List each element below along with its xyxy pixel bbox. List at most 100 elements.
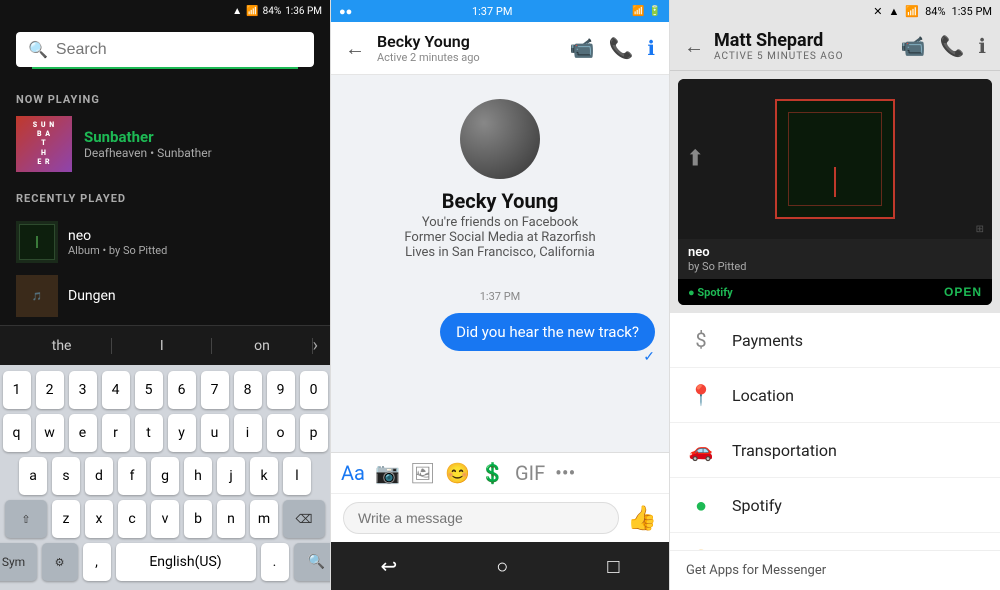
- list-item[interactable]: neo Album • by So Pitted: [16, 215, 314, 269]
- chat-toolbar: Aa 📷 🖼 😊 💲 GIF •••: [331, 452, 669, 493]
- battery-text-attach: 84%: [925, 5, 945, 18]
- key-2[interactable]: 2: [36, 371, 64, 409]
- open-spotify-button[interactable]: OPEN: [944, 285, 982, 299]
- autocomplete-word-2[interactable]: I: [112, 338, 212, 354]
- key-j[interactable]: j: [217, 457, 245, 495]
- thumbs-up-button[interactable]: 👍: [627, 504, 657, 532]
- period-key[interactable]: .: [261, 543, 289, 581]
- key-r[interactable]: r: [102, 414, 130, 452]
- search-input-wrap[interactable]: 🔍: [16, 32, 314, 67]
- key-z[interactable]: z: [52, 500, 80, 538]
- recent-title: neo: [68, 228, 167, 244]
- messenger-time: 1:37 PM: [472, 5, 512, 18]
- aa-button[interactable]: Aa: [341, 461, 365, 485]
- share-icon[interactable]: ⬆: [686, 147, 704, 172]
- info-icon-attach[interactable]: ℹ: [978, 34, 986, 58]
- key-q[interactable]: q: [3, 414, 31, 452]
- autocomplete-word-1[interactable]: the: [12, 338, 112, 354]
- search-input[interactable]: [56, 41, 302, 59]
- more-button[interactable]: •••: [555, 461, 575, 485]
- key-e[interactable]: e: [69, 414, 97, 452]
- emoji-button[interactable]: 😊: [445, 461, 470, 485]
- friends-status: You're friends on Facebook: [422, 215, 578, 230]
- key-i[interactable]: i: [234, 414, 262, 452]
- key-1[interactable]: 1: [3, 371, 31, 409]
- menu-item-location[interactable]: 📍 Location: [670, 368, 1000, 423]
- key-8[interactable]: 8: [234, 371, 262, 409]
- menu-item-bitmoji[interactable]: 😊 Bitmoji: [670, 533, 1000, 550]
- key-y[interactable]: y: [168, 414, 196, 452]
- key-h[interactable]: h: [184, 457, 212, 495]
- sym-key[interactable]: Sym: [0, 543, 37, 581]
- key-6[interactable]: 6: [168, 371, 196, 409]
- key-x[interactable]: x: [85, 500, 113, 538]
- messenger-panel: ●● 1:37 PM 📶 🔋 ← Becky Young Active 2 mi…: [330, 0, 670, 590]
- video-call-icon[interactable]: 📹: [570, 36, 595, 60]
- recents-nav-button[interactable]: □: [607, 554, 619, 579]
- key-p[interactable]: p: [300, 414, 328, 452]
- location-label: Location: [732, 386, 794, 405]
- info-icon[interactable]: ℹ: [647, 36, 655, 60]
- list-item[interactable]: 🎵 Dungen: [16, 269, 314, 323]
- home-nav-button[interactable]: ○: [496, 554, 508, 579]
- phone-icon-attach[interactable]: 📞: [939, 34, 964, 58]
- key-s[interactable]: s: [52, 457, 80, 495]
- neo-album-thumb: [16, 221, 58, 263]
- key-u[interactable]: u: [201, 414, 229, 452]
- key-f[interactable]: f: [118, 457, 146, 495]
- message-input[interactable]: [343, 502, 619, 534]
- key-d[interactable]: d: [85, 457, 113, 495]
- key-g[interactable]: g: [151, 457, 179, 495]
- menu-item-spotify[interactable]: ● Spotify: [670, 478, 1000, 533]
- autocomplete-word-3[interactable]: on: [212, 338, 312, 354]
- settings-icon-key[interactable]: ⚙: [42, 543, 78, 581]
- key-k[interactable]: k: [250, 457, 278, 495]
- back-button[interactable]: ←: [345, 36, 365, 61]
- expand-icon: ⊞: [976, 224, 984, 235]
- transportation-label: Transportation: [732, 441, 837, 460]
- number-row: 1 2 3 4 5 6 7 8 9 0: [4, 371, 326, 409]
- menu-item-payments[interactable]: $ Payments: [670, 313, 1000, 368]
- sunbather-album-art: S U NB ATHE R: [16, 116, 72, 172]
- attach-active-status: ACTIVE 5 MINUTES AGO: [714, 51, 891, 62]
- comma-key[interactable]: ,: [83, 543, 111, 581]
- key-v[interactable]: v: [151, 500, 179, 538]
- key-b[interactable]: b: [184, 500, 212, 538]
- menu-item-transportation[interactable]: 🚗 Transportation: [670, 423, 1000, 478]
- search-underline: [32, 67, 298, 69]
- key-4[interactable]: 4: [102, 371, 130, 409]
- chat-body: Becky Young You're friends on Facebook F…: [331, 75, 669, 542]
- key-c[interactable]: c: [118, 500, 146, 538]
- key-0[interactable]: 0: [300, 371, 328, 409]
- signal-icon: 📶: [246, 6, 258, 17]
- gif-button[interactable]: GIF: [515, 461, 545, 485]
- backspace-key[interactable]: ⌫: [283, 500, 325, 538]
- phone-icon[interactable]: 📞: [608, 36, 633, 60]
- shift-key[interactable]: ⇧: [5, 500, 47, 538]
- key-9[interactable]: 9: [267, 371, 295, 409]
- payments-label: Payments: [732, 331, 803, 350]
- key-o[interactable]: o: [267, 414, 295, 452]
- image-button[interactable]: 🖼: [410, 461, 435, 485]
- attach-header-icons: 📹 📞 ℹ: [901, 34, 986, 58]
- key-m[interactable]: m: [250, 500, 278, 538]
- key-w[interactable]: w: [36, 414, 64, 452]
- key-l[interactable]: l: [283, 457, 311, 495]
- now-playing-item[interactable]: S U NB ATHE R Sunbather Deafheaven • Sun…: [16, 116, 314, 172]
- key-3[interactable]: 3: [69, 371, 97, 409]
- attach-status-bar: ✕ ▲ 📶 84% 1:35 PM: [670, 0, 1000, 22]
- payment-button[interactable]: 💲: [480, 461, 505, 485]
- key-7[interactable]: 7: [201, 371, 229, 409]
- key-a[interactable]: a: [19, 457, 47, 495]
- key-t[interactable]: t: [135, 414, 163, 452]
- back-nav-button[interactable]: ↩: [381, 554, 398, 578]
- search-key[interactable]: 🔍: [294, 543, 331, 581]
- attach-back-button[interactable]: ←: [684, 34, 704, 59]
- key-5[interactable]: 5: [135, 371, 163, 409]
- autocomplete-arrow-icon[interactable]: ›: [313, 335, 318, 356]
- camera-button[interactable]: 📷: [375, 461, 400, 485]
- outgoing-message-wrap: Did you hear the new track? ✓: [345, 313, 655, 351]
- key-n[interactable]: n: [217, 500, 245, 538]
- space-key[interactable]: English(US): [116, 543, 256, 581]
- video-icon-attach[interactable]: 📹: [901, 34, 926, 58]
